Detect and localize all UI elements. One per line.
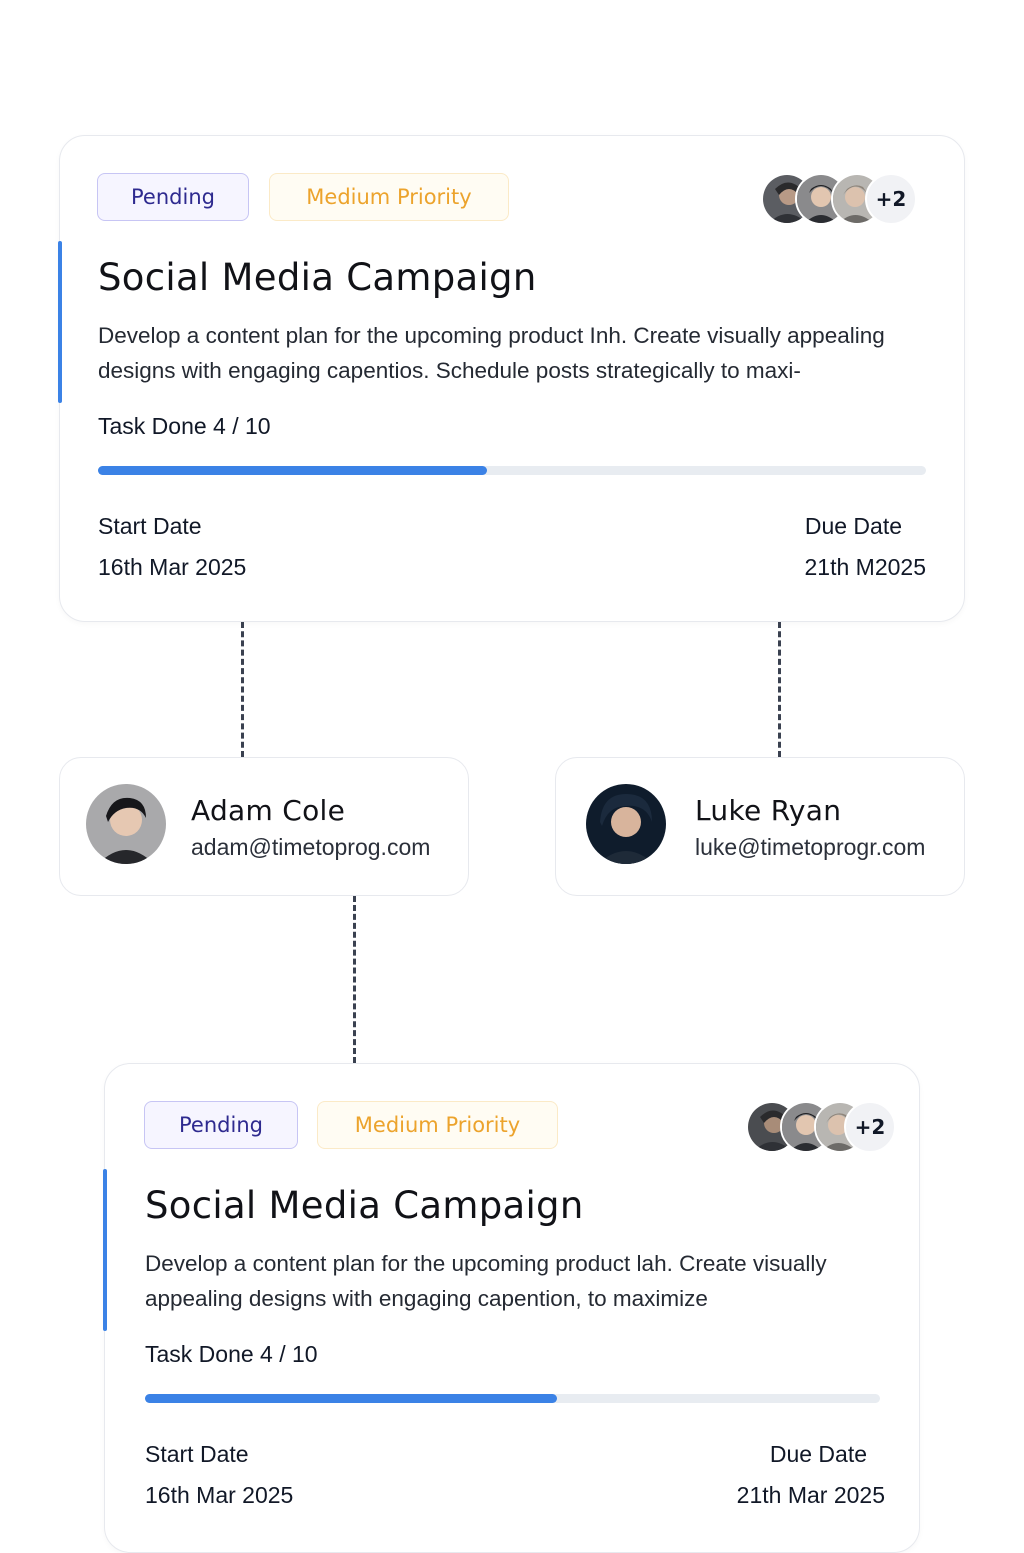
more-assignees-count: +2 (844, 1101, 896, 1153)
start-date-label: Start Date (98, 513, 202, 539)
progress-bar-fill (98, 466, 488, 475)
priority-badge: Medium Priority (269, 173, 509, 221)
connector-line (353, 896, 356, 1063)
status-badge: Pending (97, 173, 249, 221)
task-description: Develop a content plan for the upcoming … (98, 323, 885, 383)
priority-badge: Medium Priority (317, 1101, 558, 1149)
avatar (586, 784, 666, 864)
due-date-label: Due Date (804, 513, 902, 539)
due-date-value: 21th M2025 (804, 554, 926, 580)
card-accent-bar (103, 1169, 107, 1331)
task-description: Develop a content plan for the upcoming … (145, 1251, 827, 1311)
connector-line (778, 622, 781, 757)
start-date-value: 16th Mar 2025 (98, 554, 247, 580)
connector-line (241, 622, 244, 757)
more-assignees-count: +2 (865, 173, 917, 225)
progress-bar-fill (145, 1394, 557, 1403)
status-badge: Pending (144, 1101, 298, 1149)
avatar (86, 784, 166, 864)
task-card[interactable]: Pending Medium Priority +2 Social Media … (58, 135, 965, 622)
task-card[interactable]: Pending Medium Priority +2 Social Media … (103, 1063, 920, 1553)
task-title: Social Media Campaign (98, 256, 537, 299)
assignee-avatar-group[interactable]: +2 (761, 173, 921, 225)
start-date-label: Start Date (145, 1441, 249, 1467)
assignee-card[interactable]: Adam Cole adam@timetoprog.com (59, 757, 469, 896)
assignee-name: Adam Cole (191, 794, 346, 827)
assignee-card[interactable]: Luke Ryan luke@timetoprogr.com (555, 757, 965, 896)
assignee-name: Luke Ryan (695, 794, 842, 827)
progress-bar (98, 466, 926, 475)
start-date-value: 16th Mar 2025 (145, 1482, 294, 1508)
task-title: Social Media Campaign (145, 1184, 584, 1227)
task-progress-label: Task Done 4 / 10 (145, 1341, 318, 1367)
progress-bar (145, 1394, 880, 1403)
due-date-value: 21th Mar 2025 (736, 1482, 885, 1508)
assignee-avatar-group[interactable]: +2 (746, 1101, 896, 1153)
task-progress-label: Task Done 4 / 10 (98, 413, 271, 439)
assignee-email[interactable]: luke@timetoprogr.com (695, 834, 925, 861)
due-date-label: Due Date (769, 1441, 867, 1467)
card-accent-bar (58, 241, 62, 403)
assignee-email[interactable]: adam@timetoprog.com (191, 834, 430, 861)
